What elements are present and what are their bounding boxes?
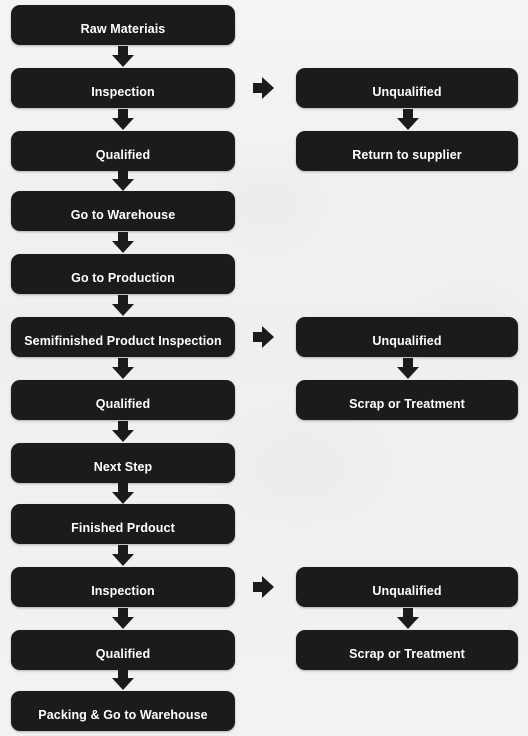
arrow-down-icon bbox=[112, 46, 134, 67]
node-label: Go to Production bbox=[71, 270, 175, 285]
node-label: Scrap or Treatment bbox=[349, 396, 465, 411]
arrow-head bbox=[397, 367, 419, 379]
process-node-go-to-production: Go to Production bbox=[11, 254, 235, 294]
arrow-head bbox=[112, 367, 134, 379]
process-node-raw-materials: Raw Materiais bbox=[11, 5, 235, 45]
branch-node-return-supplier: Return to supplier bbox=[296, 131, 518, 171]
arrow-head bbox=[262, 77, 274, 99]
node-label: Raw Materiais bbox=[80, 21, 166, 36]
arrow-head bbox=[112, 554, 134, 566]
branch-node-scrap-treatment-1: Scrap or Treatment bbox=[296, 380, 518, 420]
arrow-down-icon bbox=[112, 358, 134, 379]
arrow-down-icon bbox=[112, 545, 134, 566]
arrow-head bbox=[112, 241, 134, 253]
arrow-down-icon bbox=[397, 358, 419, 379]
node-label: Scrap or Treatment bbox=[349, 646, 465, 661]
node-label: Qualified bbox=[95, 147, 151, 162]
arrow-head bbox=[262, 576, 274, 598]
arrow-head bbox=[112, 492, 134, 504]
arrow-head bbox=[397, 617, 419, 629]
node-label: Finished Prdouct bbox=[71, 520, 175, 535]
node-label: Unqualified bbox=[372, 583, 442, 598]
arrow-right-icon bbox=[253, 576, 274, 598]
branch-node-scrap-treatment-2: Scrap or Treatment bbox=[296, 630, 518, 670]
process-node-semifinished-inspect: Semifinished Product Inspection bbox=[11, 317, 235, 357]
node-label: Return to supplier bbox=[352, 147, 462, 162]
branch-node-unqualified-2: Unqualified bbox=[296, 317, 518, 357]
arrow-down-icon bbox=[112, 295, 134, 316]
branch-node-unqualified-3: Unqualified bbox=[296, 567, 518, 607]
process-node-qualified-2: Qualified bbox=[11, 380, 235, 420]
process-node-qualified-3: Qualified bbox=[11, 630, 235, 670]
node-label: Unqualified bbox=[372, 333, 442, 348]
arrow-head bbox=[112, 678, 134, 690]
process-node-next-step: Next Step bbox=[11, 443, 235, 483]
arrow-down-icon bbox=[112, 109, 134, 130]
node-label: Inspection bbox=[91, 84, 155, 99]
arrow-down-icon bbox=[112, 232, 134, 253]
arrow-down-icon bbox=[112, 421, 134, 442]
process-node-qualified-1: Qualified bbox=[11, 131, 235, 171]
node-label: Next Step bbox=[93, 459, 153, 474]
node-label: Semifinished Product Inspection bbox=[24, 333, 222, 348]
node-label: Qualified bbox=[95, 646, 151, 661]
branch-node-unqualified-1: Unqualified bbox=[296, 68, 518, 108]
process-node-inspection-2: Inspection bbox=[11, 567, 235, 607]
arrow-down-icon bbox=[112, 608, 134, 629]
arrow-down-icon bbox=[112, 483, 134, 504]
arrow-head bbox=[112, 179, 134, 191]
arrow-head bbox=[112, 118, 134, 130]
process-node-finished-product: Finished Prdouct bbox=[11, 504, 235, 544]
arrow-head bbox=[112, 304, 134, 316]
arrow-down-icon bbox=[397, 608, 419, 629]
node-label: Inspection bbox=[91, 583, 155, 598]
arrow-down-icon bbox=[112, 170, 134, 191]
arrow-right-icon bbox=[253, 77, 274, 99]
node-label: Go to Warehouse bbox=[70, 207, 176, 222]
node-label: Packing & Go to Warehouse bbox=[38, 707, 208, 722]
arrow-head bbox=[112, 430, 134, 442]
process-node-go-to-warehouse: Go to Warehouse bbox=[11, 191, 235, 231]
node-label: Qualified bbox=[95, 396, 151, 411]
arrow-head bbox=[397, 118, 419, 130]
arrow-down-icon bbox=[112, 669, 134, 690]
arrow-head bbox=[112, 617, 134, 629]
arrow-right-icon bbox=[253, 326, 274, 348]
flowchart-canvas: Raw Materiais Inspection Qualified Go to Wa… bbox=[0, 0, 528, 736]
arrow-head bbox=[262, 326, 274, 348]
process-node-packing-warehouse: Packing & Go to Warehouse bbox=[11, 691, 235, 731]
arrow-down-icon bbox=[397, 109, 419, 130]
process-node-inspection-1: Inspection bbox=[11, 68, 235, 108]
arrow-head bbox=[112, 55, 134, 67]
node-label: Unqualified bbox=[372, 84, 442, 99]
